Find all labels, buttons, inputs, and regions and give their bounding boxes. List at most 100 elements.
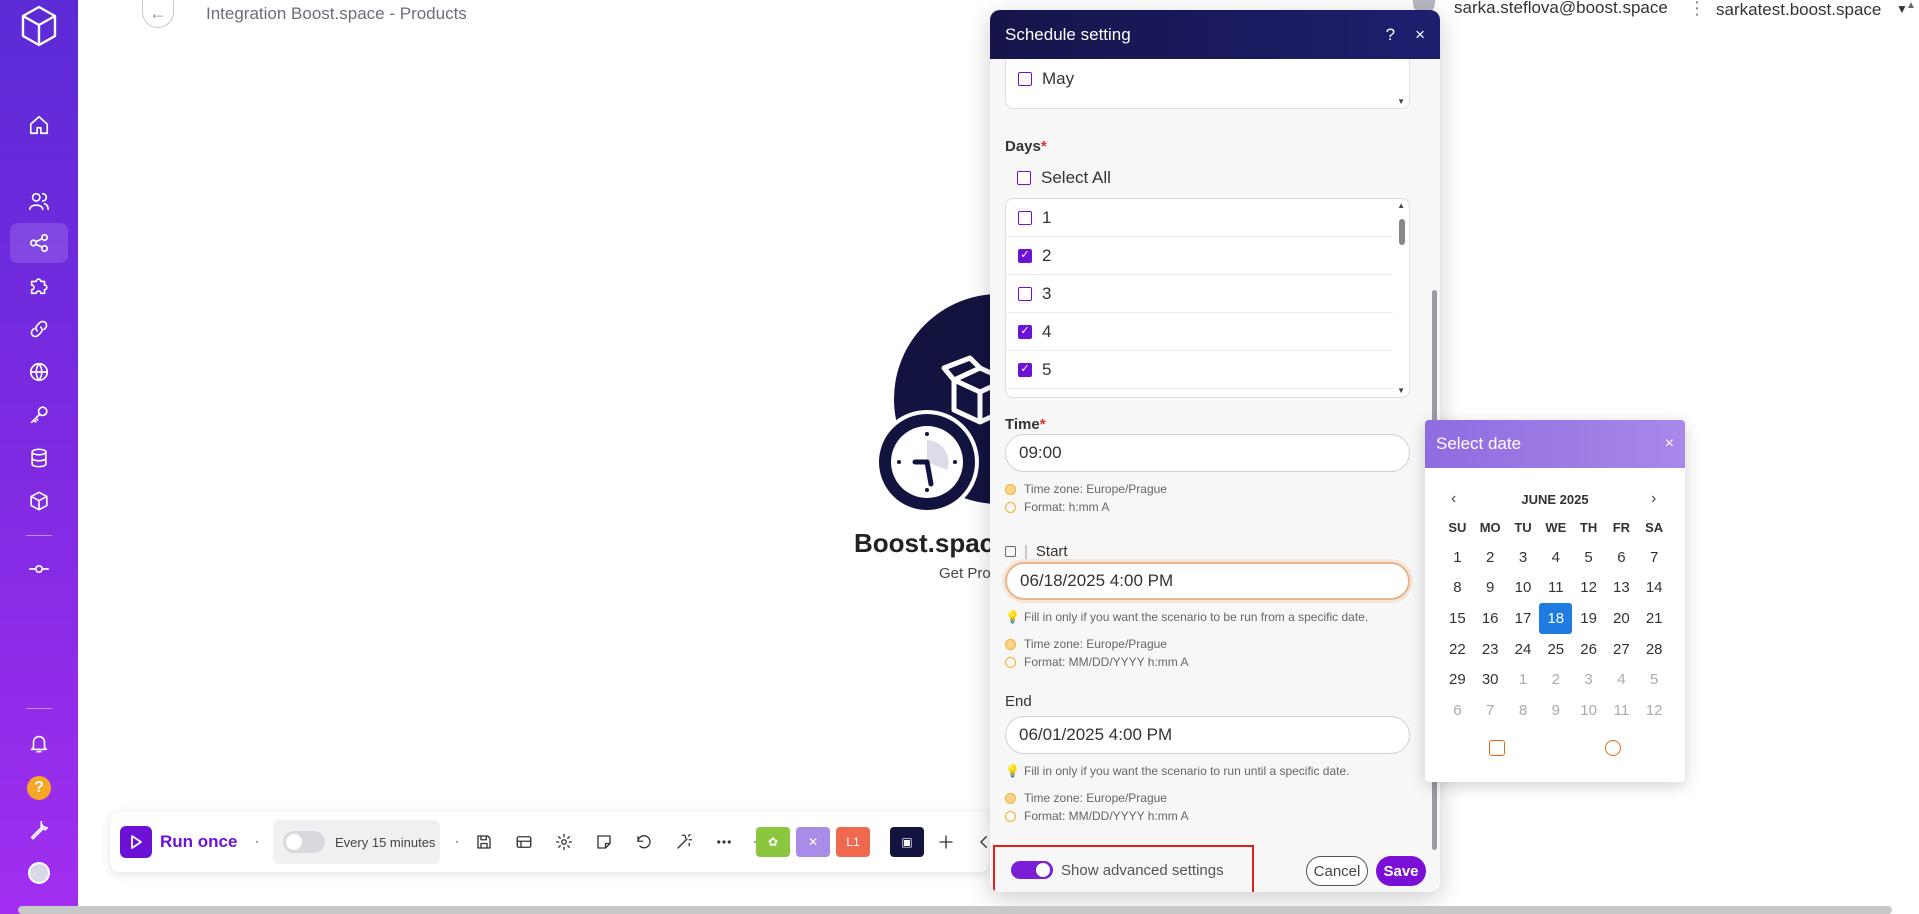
calendar-day[interactable]: 25 [1539, 634, 1572, 665]
checkbox-checked[interactable] [1018, 248, 1032, 263]
calendar-day[interactable]: 14 [1638, 573, 1671, 604]
calendar-day[interactable]: 21 [1638, 603, 1671, 634]
advanced-settings-toggle[interactable]: Show advanced settings [993, 845, 1254, 892]
calendar-day[interactable]: 9 [1539, 695, 1572, 726]
calendar-day[interactable]: 4 [1605, 664, 1638, 695]
close-icon[interactable]: × [1415, 25, 1425, 45]
calendar-day[interactable]: 1 [1507, 664, 1540, 695]
back-button[interactable]: ← [142, 0, 174, 28]
sidebar-item-profile[interactable] [10, 853, 68, 893]
run-once-button[interactable]: Run once [120, 826, 237, 858]
calendar-day[interactable]: 18 [1539, 603, 1573, 634]
gear-icon[interactable] [552, 830, 576, 854]
scroll-up-arrow-icon[interactable]: ▲ [1906, 0, 1916, 11]
chevron-right-icon[interactable]: › [1651, 490, 1656, 508]
end-date-input[interactable]: 06/01/2025 4:00 PM [1005, 716, 1410, 754]
sidebar-item-devices[interactable] [10, 549, 68, 589]
calendar-day[interactable]: 7 [1638, 542, 1671, 573]
close-icon[interactable]: × [1665, 435, 1674, 453]
calendar-day[interactable]: 11 [1605, 695, 1638, 726]
calendar-day[interactable]: 28 [1638, 634, 1671, 665]
calendar-day[interactable]: 12 [1572, 573, 1605, 604]
notes-icon[interactable] [592, 830, 616, 854]
day-item-3[interactable]: 3 [1006, 275, 1393, 313]
sidebar-item-datastores[interactable] [10, 438, 68, 478]
calendar-day[interactable]: 23 [1474, 634, 1507, 665]
checkbox-checked[interactable] [1018, 362, 1032, 377]
calendar-day[interactable]: 30 [1474, 664, 1507, 695]
calendar-day[interactable]: 26 [1572, 634, 1605, 665]
checkbox-checked[interactable] [1018, 324, 1032, 339]
calendar-day[interactable]: 3 [1507, 542, 1540, 573]
toggle-switch[interactable] [283, 831, 325, 853]
day-item-4[interactable]: 4 [1006, 313, 1393, 351]
checkbox[interactable] [1018, 72, 1032, 86]
calendar-day[interactable]: 4 [1539, 542, 1572, 573]
organization-selector[interactable]: sarkatest.boost.space [1716, 0, 1881, 20]
calendar-day[interactable]: 2 [1539, 664, 1572, 695]
checkbox[interactable] [1017, 171, 1031, 185]
sidebar-item-notifications[interactable] [10, 723, 68, 763]
horizontal-scrollbar[interactable] [18, 906, 1892, 914]
day-item-2[interactable]: 2 [1006, 237, 1393, 275]
user-email[interactable]: sarka.steflova@boost.space [1454, 0, 1668, 18]
sidebar-item-integrations[interactable] [10, 266, 68, 306]
calendar-day[interactable]: 8 [1507, 695, 1540, 726]
module-green-button[interactable]: ✿ [756, 827, 790, 857]
more-horizontal-icon[interactable] [712, 830, 736, 854]
calendar-day[interactable]: 6 [1441, 695, 1474, 726]
calendar-day[interactable]: 2 [1474, 542, 1507, 573]
calendar-day[interactable]: 27 [1605, 634, 1638, 665]
undo-icon[interactable] [632, 830, 656, 854]
calendar-day[interactable]: 20 [1605, 603, 1638, 634]
calendar-check-icon[interactable] [1489, 740, 1505, 756]
calendar-month[interactable]: JUNE 2025 [1425, 492, 1685, 507]
calendar-day[interactable]: 5 [1572, 542, 1605, 573]
sidebar-item-connections[interactable] [10, 309, 68, 349]
calendar-day[interactable]: 5 [1638, 664, 1671, 695]
calendar-day[interactable]: 10 [1507, 573, 1540, 604]
scroll-down-arrow-icon[interactable]: ▼ [1397, 386, 1405, 395]
calendar-day[interactable]: 11 [1539, 573, 1572, 604]
days-scrollbar[interactable] [1399, 219, 1405, 245]
toggle-switch[interactable] [1011, 861, 1053, 879]
calendar-day[interactable]: 17 [1507, 603, 1540, 634]
calendar-day[interactable]: 13 [1605, 573, 1638, 604]
schedule-toggle[interactable]: Every 15 minutes [273, 820, 440, 864]
select-all-days[interactable]: Select All [1017, 168, 1111, 188]
calendar-day[interactable]: 19 [1572, 603, 1605, 634]
checkbox[interactable] [1018, 286, 1032, 301]
calendar-day[interactable]: 7 [1474, 695, 1507, 726]
start-date-input[interactable]: 06/18/2025 4:00 PM [1005, 562, 1410, 600]
sidebar-item-scenarios[interactable] [10, 223, 68, 263]
controls-icon[interactable] [512, 830, 536, 854]
module-boost-button[interactable]: ▣ [890, 827, 924, 857]
help-button[interactable]: ? [1386, 25, 1395, 45]
calendar-day[interactable]: 16 [1474, 603, 1507, 634]
calendar-day[interactable]: 6 [1605, 542, 1638, 573]
calendar-day[interactable]: 8 [1441, 573, 1474, 604]
add-icon[interactable] [934, 830, 958, 854]
schedule-clock-icon[interactable] [875, 410, 979, 514]
scroll-down-arrow-icon[interactable]: ▼ [1397, 97, 1405, 106]
calendar-day[interactable]: 12 [1638, 695, 1671, 726]
day-item-5[interactable]: 5 [1006, 351, 1393, 389]
checkbox[interactable] [1018, 210, 1032, 225]
sidebar-item-webhooks[interactable] [10, 352, 68, 392]
month-item[interactable]: May [1018, 69, 1074, 89]
sidebar-item-help[interactable]: ? [10, 768, 68, 808]
calendar-day[interactable]: 3 [1572, 664, 1605, 695]
sidebar-item-settings[interactable] [10, 810, 68, 850]
cancel-button[interactable]: Cancel [1306, 856, 1368, 886]
calendar-day[interactable]: 22 [1441, 634, 1474, 665]
time-input[interactable]: 09:00 [1005, 434, 1410, 472]
sidebar-item-home[interactable] [10, 105, 68, 145]
module-tools-button[interactable]: ✕ [796, 827, 830, 857]
calendar-day[interactable]: 1 [1441, 542, 1474, 573]
sidebar-item-structures[interactable] [10, 481, 68, 521]
save-icon[interactable] [472, 830, 496, 854]
calendar-day[interactable]: 15 [1441, 603, 1474, 634]
save-button[interactable]: Save [1376, 856, 1426, 886]
calendar-day[interactable]: 29 [1441, 664, 1474, 695]
clock-icon[interactable] [1605, 740, 1621, 756]
